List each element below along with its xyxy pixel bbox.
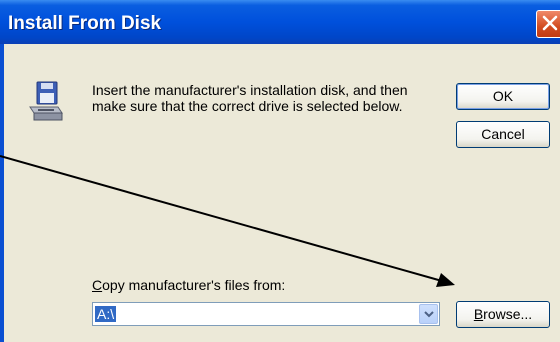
title-bar[interactable]: Install From Disk bbox=[0, 0, 560, 44]
install-from-disk-dialog: Install From Disk Insert the manufacture… bbox=[0, 0, 560, 342]
copy-label-accesskey: C bbox=[92, 277, 103, 293]
chevron-down-icon bbox=[424, 311, 434, 318]
browse-label: rowse... bbox=[483, 306, 533, 322]
browse-button[interactable]: Browse... bbox=[456, 301, 550, 328]
window-frame bbox=[0, 44, 4, 342]
close-icon bbox=[542, 15, 558, 31]
copy-from-combobox[interactable]: A:\ bbox=[92, 302, 440, 326]
ok-button[interactable]: OK bbox=[456, 83, 550, 110]
instruction-line-1: Insert the manufacturer's installation d… bbox=[92, 82, 408, 98]
copy-label-text: opy manufacturer's files from: bbox=[102, 277, 286, 293]
cancel-button[interactable]: Cancel bbox=[456, 121, 550, 148]
floppy-drive-icon bbox=[29, 81, 63, 121]
copy-from-label: Copy manufacturer's files from: bbox=[92, 277, 285, 293]
dropdown-button[interactable] bbox=[419, 304, 438, 324]
copy-from-value[interactable]: A:\ bbox=[93, 305, 118, 323]
browse-accesskey: B bbox=[473, 306, 484, 322]
dialog-title: Install From Disk bbox=[8, 13, 162, 34]
instruction-text: Insert the manufacturer's installation d… bbox=[92, 82, 422, 114]
instruction-line-2: make sure that the correct drive is sele… bbox=[92, 98, 403, 114]
close-button[interactable] bbox=[536, 10, 560, 38]
